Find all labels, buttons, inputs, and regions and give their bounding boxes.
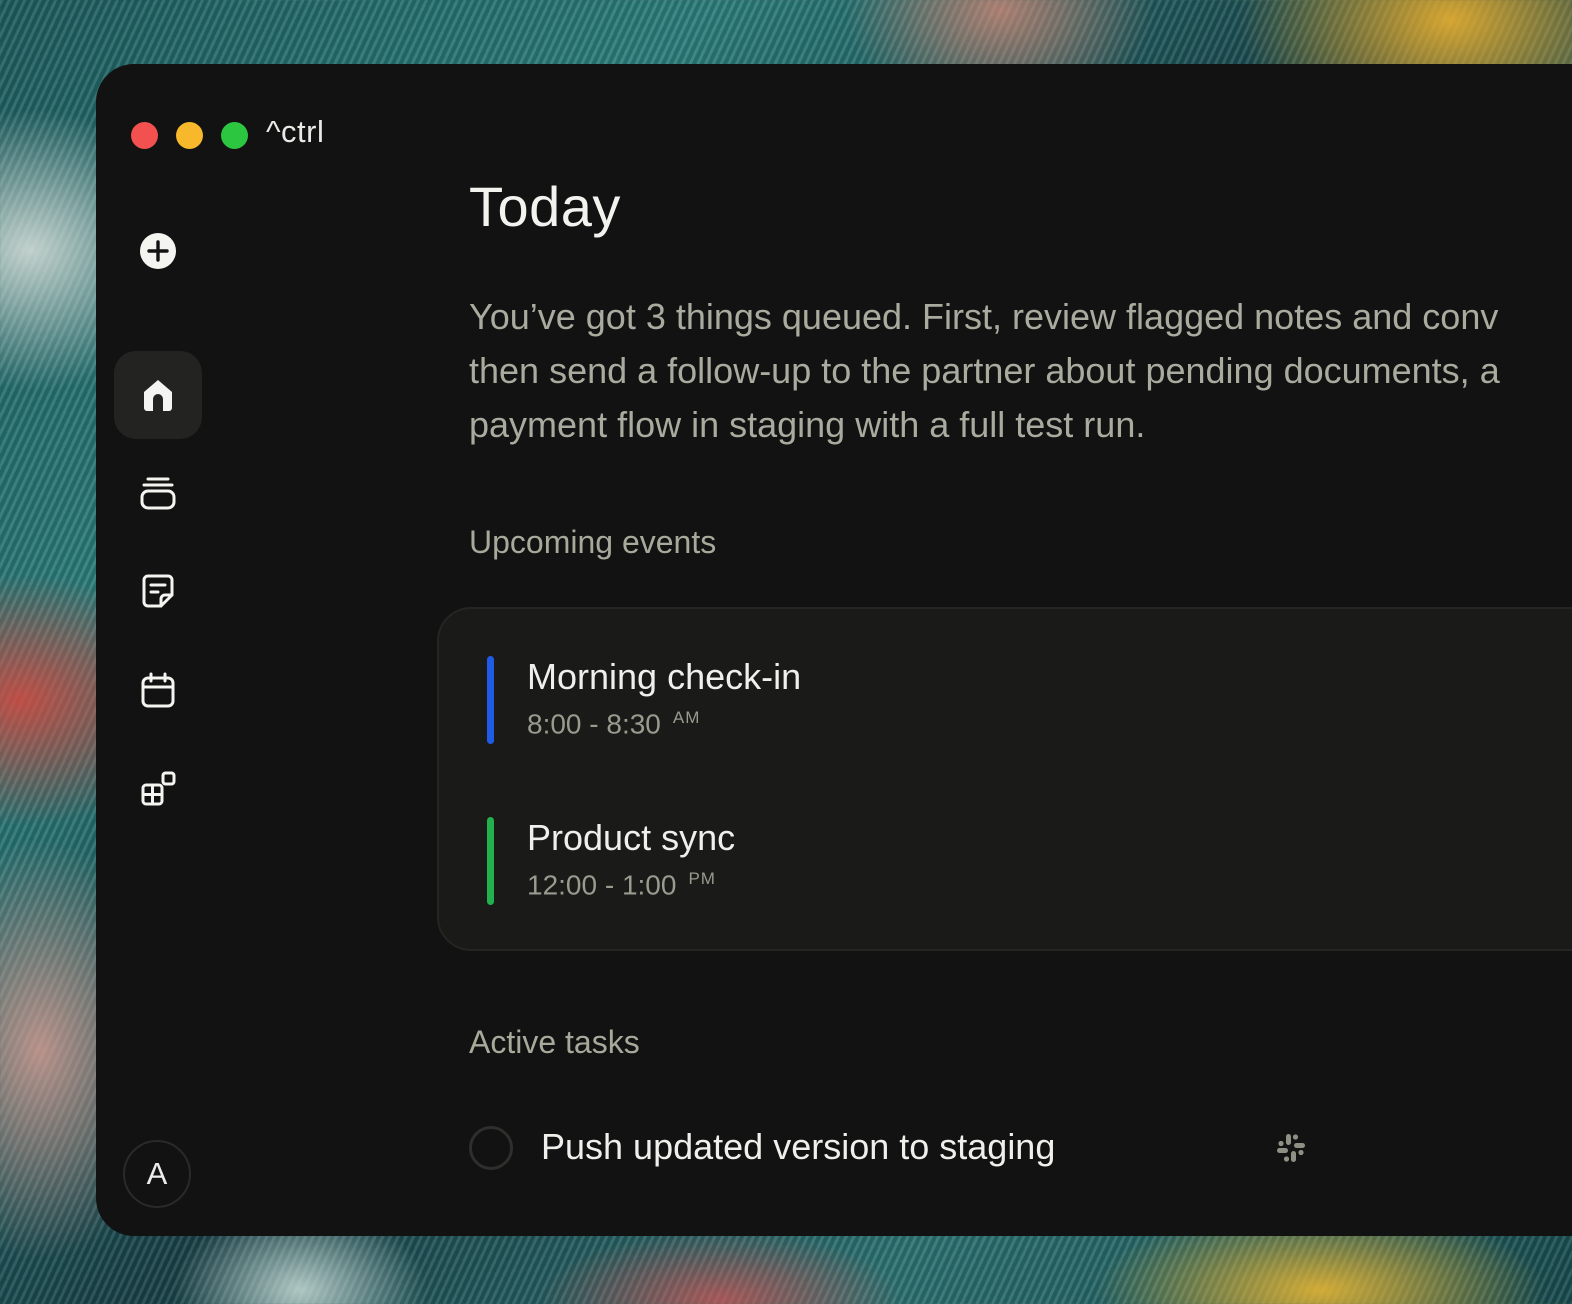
event-time-period: AM xyxy=(672,708,701,727)
summary-line: You’ve got 3 things queued. First, revie… xyxy=(469,296,1499,337)
sidebar-item-inbox[interactable] xyxy=(114,449,202,537)
note-icon xyxy=(142,574,174,608)
zoom-window-button[interactable] xyxy=(221,122,248,149)
event-time-range: 12:00 - 1:00 xyxy=(527,869,677,901)
plus-circle-icon xyxy=(140,233,176,269)
event-time-range: 8:00 - 8:30 xyxy=(527,708,661,740)
page-title: Today xyxy=(469,175,621,238)
sidebar-item-integrations[interactable] xyxy=(114,745,202,833)
task-row[interactable]: Push updated version to staging xyxy=(469,1124,1569,1174)
daily-summary: You’ve got 3 things queued. First, revie… xyxy=(469,290,1572,452)
event-time-period: PM xyxy=(688,869,716,888)
active-tasks-heading: Active tasks xyxy=(469,1024,640,1060)
home-icon xyxy=(144,380,172,411)
summary-line: payment flow in staging with a full test… xyxy=(469,404,1146,445)
avatar[interactable]: A xyxy=(123,1140,191,1208)
app-name: ^ctrl xyxy=(266,114,325,149)
new-item-button[interactable] xyxy=(114,207,202,295)
event-time: 12:00 - 1:00 PM xyxy=(527,869,716,901)
apps-icon xyxy=(141,771,176,806)
stack-icon xyxy=(140,477,176,510)
upcoming-events-heading: Upcoming events xyxy=(469,524,717,560)
event-time: 8:00 - 8:30 AM xyxy=(527,708,700,740)
close-window-button[interactable] xyxy=(131,122,158,149)
sidebar-item-calendar[interactable] xyxy=(114,646,202,734)
upcoming-events-card: Morning check-in 8:00 - 8:30 AM Product s… xyxy=(437,607,1572,951)
app-window: ^ctrl A Today You’ve got 3 things queued… xyxy=(96,64,1572,1236)
event-color-bar xyxy=(487,656,494,744)
summary-line: then send a follow-up to the partner abo… xyxy=(469,350,1500,391)
sidebar-item-notes[interactable] xyxy=(114,547,202,635)
title-bar: ^ctrl xyxy=(96,64,1572,204)
event-title: Morning check-in xyxy=(527,656,802,697)
task-checkbox[interactable] xyxy=(469,1126,513,1170)
event-color-bar xyxy=(487,817,494,905)
sidebar-item-home[interactable] xyxy=(114,351,202,439)
minimize-window-button[interactable] xyxy=(176,122,203,149)
task-label: Push updated version to staging xyxy=(541,1126,1056,1167)
slack-icon xyxy=(1277,1134,1305,1162)
event-title: Product sync xyxy=(527,817,736,858)
calendar-icon xyxy=(141,672,175,708)
